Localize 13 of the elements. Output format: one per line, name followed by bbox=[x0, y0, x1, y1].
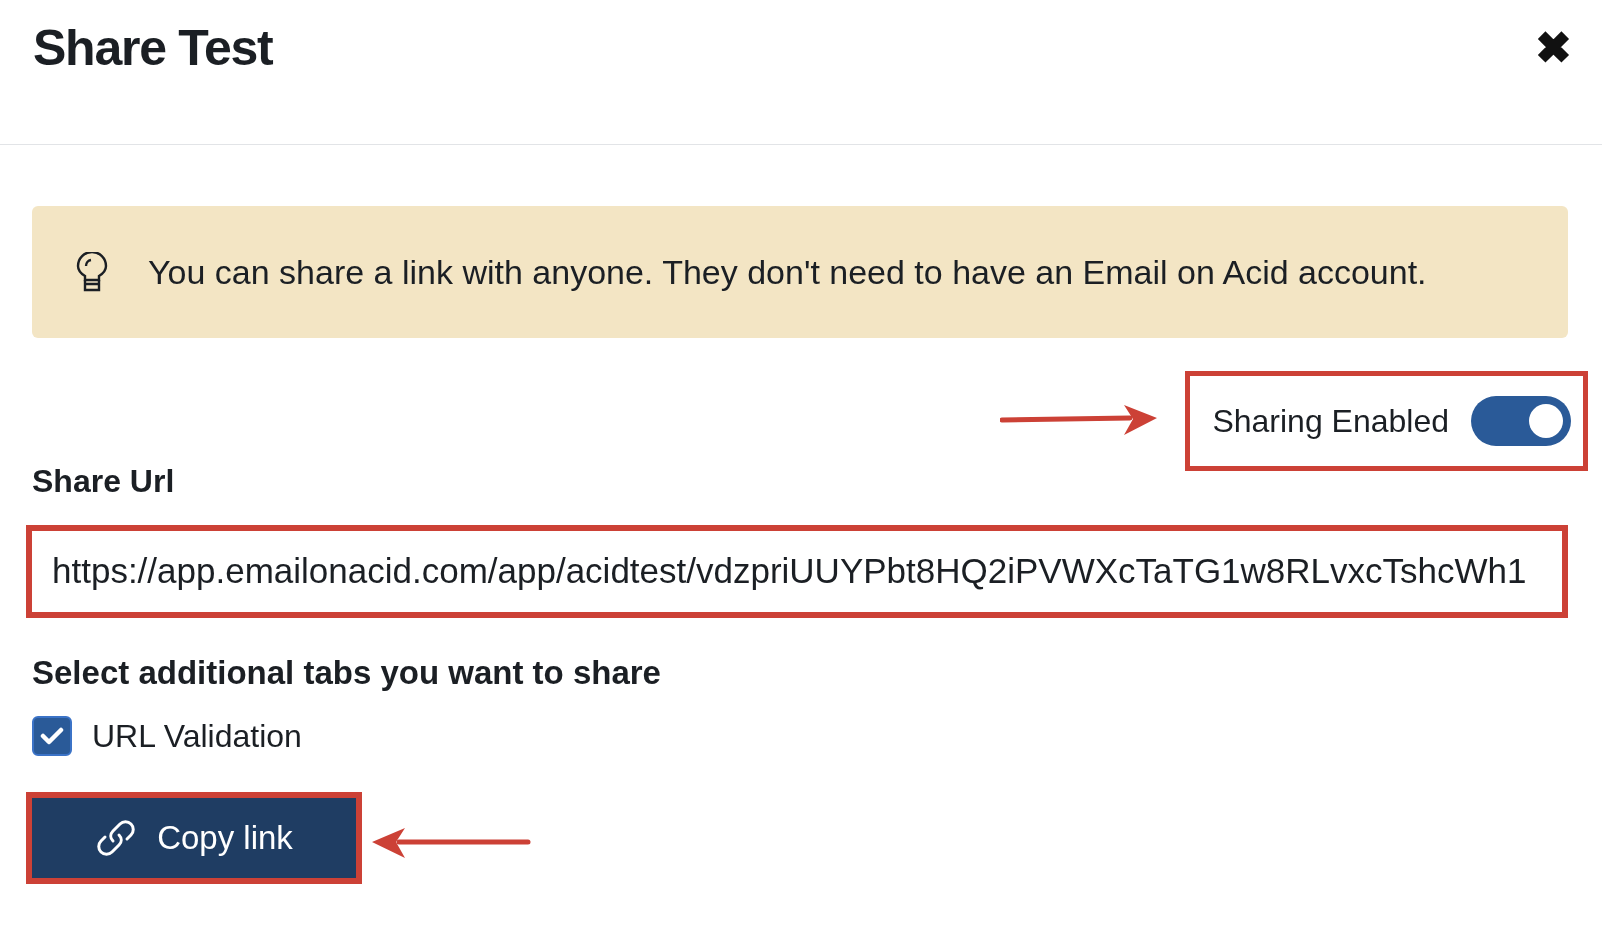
dialog-title: Share Test bbox=[33, 18, 273, 78]
url-field[interactable]: https://app.emailonacid.com/app/acidtest/vdzpriUUYPbt8HQ2iPVWXcTaTG1w8RLvxcTshcWh1 bbox=[52, 545, 1527, 598]
field-label: Share Url bbox=[32, 462, 176, 501]
close-button[interactable]: ✖ bbox=[1535, 26, 1572, 70]
lightbulb-icon bbox=[76, 252, 108, 292]
toggle-switch[interactable] bbox=[1471, 396, 1571, 446]
section-label: Select additional tabs you want to share bbox=[32, 653, 662, 693]
checkbox[interactable] bbox=[32, 715, 72, 756]
check-icon bbox=[40, 725, 64, 746]
notice-text: You can share a link with anyone. They don't need to have an Email on Acid account. bbox=[148, 251, 1427, 293]
toggle-label: Sharing Enabled bbox=[1212, 402, 1449, 441]
checkbox-label: URL Validation bbox=[92, 716, 302, 756]
copy-link-button[interactable]: Copy link bbox=[32, 797, 356, 878]
